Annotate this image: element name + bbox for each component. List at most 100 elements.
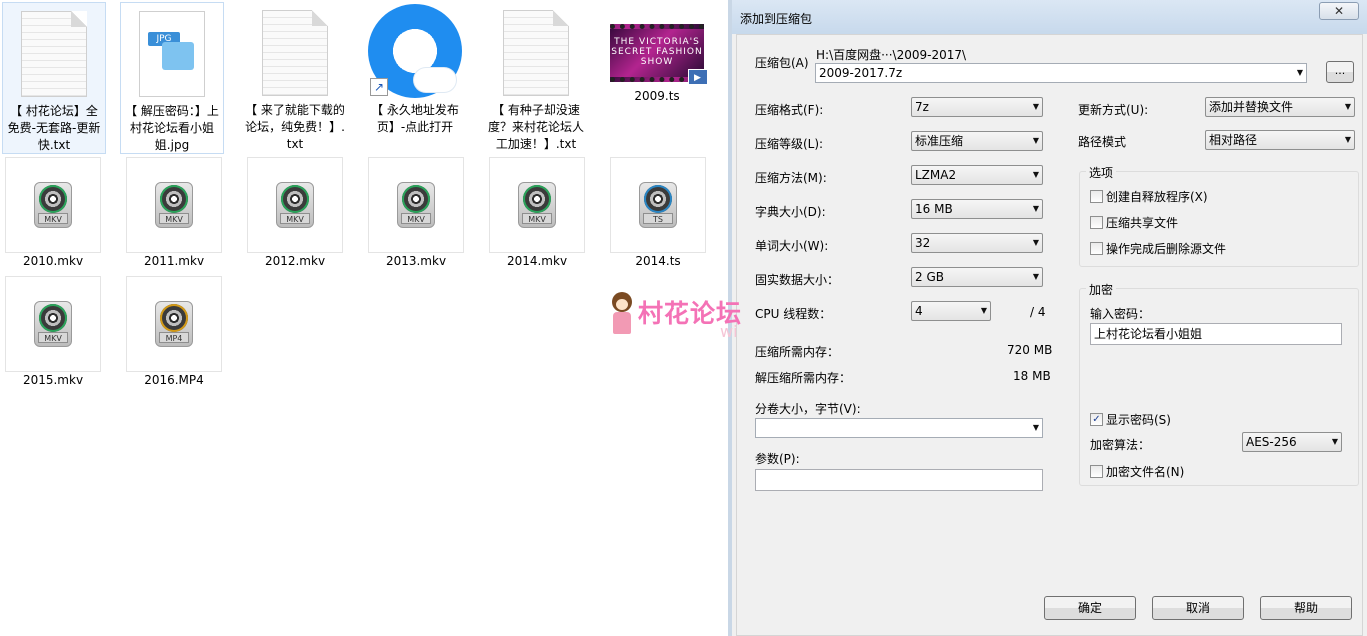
sfx-label: 创建自释放程序(X)	[1106, 190, 1208, 204]
chevron-down-icon: ▼	[1032, 272, 1039, 281]
shared-checkbox[interactable]: 压缩共享文件	[1090, 214, 1178, 231]
file-item[interactable]: 【 村花论坛】全免费-无套路-更新快.txt	[2, 2, 106, 154]
solid-select[interactable]: 2 GB ▼	[911, 267, 1043, 287]
file-name: 【 来了就能下载的论坛，纯免费！】.txt	[245, 103, 345, 151]
shortcut-arrow-icon: ↗	[370, 78, 388, 96]
file-item[interactable]: JPG 【 解压密码：】上村花论坛看小姐姐.jpg	[120, 2, 224, 154]
text-file-icon	[262, 10, 328, 96]
browser-shortcut-icon: ↗	[368, 4, 462, 98]
solid-value: 2 GB	[915, 270, 944, 284]
word-select[interactable]: 32 ▼	[911, 233, 1043, 253]
password-input[interactable]: 上村花论坛看小姐姐	[1090, 323, 1342, 345]
options-group: 选项 创建自释放程序(X) 压缩共享文件 操作完成后删除源文件	[1079, 164, 1359, 267]
file-name: 2010.mkv	[22, 254, 84, 268]
show-password-checkbox[interactable]: ✓ 显示密码(S)	[1090, 411, 1171, 428]
method-label: 压缩方法(M):	[755, 171, 827, 185]
file-item[interactable]: MKV 2015.mkv	[1, 276, 105, 394]
file-item[interactable]: MKV 2013.mkv	[364, 157, 468, 275]
pathmode-label: 路径模式	[1078, 135, 1127, 149]
file-name: 【 解压密码：】上村花论坛看小姐姐.jpg	[125, 104, 219, 152]
mem-decompress-value: 18 MB	[1013, 369, 1051, 383]
encrypt-names-label: 加密文件名(N)	[1106, 465, 1185, 479]
format-select[interactable]: 7z ▼	[911, 97, 1043, 117]
format-value: 7z	[915, 100, 929, 114]
level-value: 标准压缩	[915, 134, 964, 148]
update-value: 添加并替换文件	[1209, 100, 1294, 114]
chevron-down-icon: ▼	[1032, 423, 1039, 432]
close-button[interactable]: ✕	[1319, 2, 1359, 20]
update-select[interactable]: 添加并替换文件 ▼	[1205, 97, 1355, 117]
file-item[interactable]: THE VICTORIA'S SECRET FASHION SHOW ▶ 200…	[605, 2, 709, 154]
chevron-down-icon: ▼	[1032, 170, 1039, 179]
file-name: 【 村花论坛】全免费-无套路-更新快.txt	[7, 104, 101, 152]
chevron-down-icon: ▼	[1032, 238, 1039, 247]
help-button[interactable]: 帮助	[1260, 596, 1352, 620]
encryption-method-select[interactable]: AES-256 ▼	[1242, 432, 1342, 452]
threads-select[interactable]: 4 ▼	[911, 301, 991, 321]
method-select[interactable]: LZMA2 ▼	[911, 165, 1043, 185]
file-item[interactable]: 【 有种子却没速度？来村花论坛人工加速！】.txt	[484, 2, 588, 154]
delete-checkbox[interactable]: 操作完成后删除源文件	[1090, 240, 1226, 257]
show-password-label: 显示密码(S)	[1106, 413, 1171, 427]
archive-name-value: 2009-2017.7z	[819, 66, 903, 80]
ok-button[interactable]: 确定	[1044, 596, 1136, 620]
chevron-down-icon: ▼	[1344, 102, 1351, 111]
play-icon: ▶	[688, 69, 708, 85]
dict-select[interactable]: 16 MB ▼	[911, 199, 1043, 219]
video-file-icon: MKV	[247, 157, 343, 253]
file-name: 2016.MP4	[144, 373, 204, 387]
encrypt-names-checkbox[interactable]: 加密文件名(N)	[1090, 463, 1184, 480]
volume-label: 分卷大小，字节(V):	[755, 402, 861, 416]
encryption-method-value: AES-256	[1246, 435, 1297, 449]
file-name: 【 有种子却没速度？来村花论坛人工加速！】.txt	[487, 103, 584, 151]
word-value: 32	[915, 236, 931, 250]
password-label: 输入密码：	[1090, 307, 1151, 321]
encryption-method-label: 加密算法：	[1090, 438, 1151, 452]
file-item[interactable]: TS 2014.ts	[606, 157, 710, 275]
video-file-icon: TS	[610, 157, 706, 253]
options-title: 选项	[1086, 164, 1117, 181]
watermark: 村花论坛 wi	[608, 292, 778, 348]
params-input[interactable]	[755, 469, 1043, 491]
chevron-down-icon: ▼	[1032, 204, 1039, 213]
archive-name-combo[interactable]: 2009-2017.7z ▼	[815, 63, 1307, 83]
mem-decompress-label: 解压缩所需内存：	[755, 371, 852, 385]
level-select[interactable]: 标准压缩 ▼	[911, 131, 1043, 151]
video-thumbnail: THE VICTORIA'S SECRET FASHION SHOW ▶	[610, 24, 708, 85]
image-file-icon: JPG	[139, 11, 205, 97]
file-item[interactable]: MP4 2016.MP4	[122, 276, 226, 394]
watermark-subtext: wi	[720, 322, 738, 341]
video-file-icon: MKV	[5, 157, 101, 253]
pathmode-select[interactable]: 相对路径 ▼	[1205, 130, 1355, 150]
params-label: 参数(P):	[755, 452, 800, 466]
cancel-button[interactable]: 取消	[1152, 596, 1244, 620]
dict-label: 字典大小(D):	[755, 205, 826, 219]
file-item[interactable]: MKV 2012.mkv	[243, 157, 347, 275]
file-item[interactable]: MKV 2011.mkv	[122, 157, 226, 275]
file-name: 2014.mkv	[506, 254, 568, 268]
add-to-archive-dialog: 添加到压缩包 ✕ 压缩包(A) H:\百度网盘···\2009-2017\ 20…	[728, 0, 1367, 636]
checkbox-box	[1090, 242, 1103, 255]
video-file-icon: MKV	[368, 157, 464, 253]
video-file-icon: MP4	[126, 276, 222, 372]
checkbox-box	[1090, 465, 1103, 478]
archive-label: 压缩包(A)	[755, 56, 809, 70]
checkbox-box	[1090, 216, 1103, 229]
dict-value: 16 MB	[915, 202, 953, 216]
mascot-girl-icon	[608, 292, 636, 340]
file-name: 2014.ts	[635, 254, 681, 268]
file-item[interactable]: ↗ 【 永久地址发布页】-点此打开	[363, 2, 467, 154]
mem-compress-value: 720 MB	[1007, 343, 1053, 357]
file-item[interactable]: MKV 2014.mkv	[485, 157, 589, 275]
delete-label: 操作完成后删除源文件	[1106, 242, 1227, 256]
dialog-title: 添加到压缩包	[740, 12, 813, 26]
file-item[interactable]: 【 来了就能下载的论坛，纯免费！】.txt	[243, 2, 347, 154]
file-name: 2015.mkv	[22, 373, 84, 387]
volume-combo[interactable]: ▼	[755, 418, 1043, 438]
chevron-down-icon: ▼	[1296, 68, 1303, 77]
sfx-checkbox[interactable]: 创建自释放程序(X)	[1090, 188, 1208, 205]
shared-label: 压缩共享文件	[1106, 216, 1179, 230]
text-file-icon	[21, 11, 87, 97]
browse-button[interactable]: ...	[1326, 61, 1354, 83]
file-item[interactable]: MKV 2010.mkv	[1, 157, 105, 275]
